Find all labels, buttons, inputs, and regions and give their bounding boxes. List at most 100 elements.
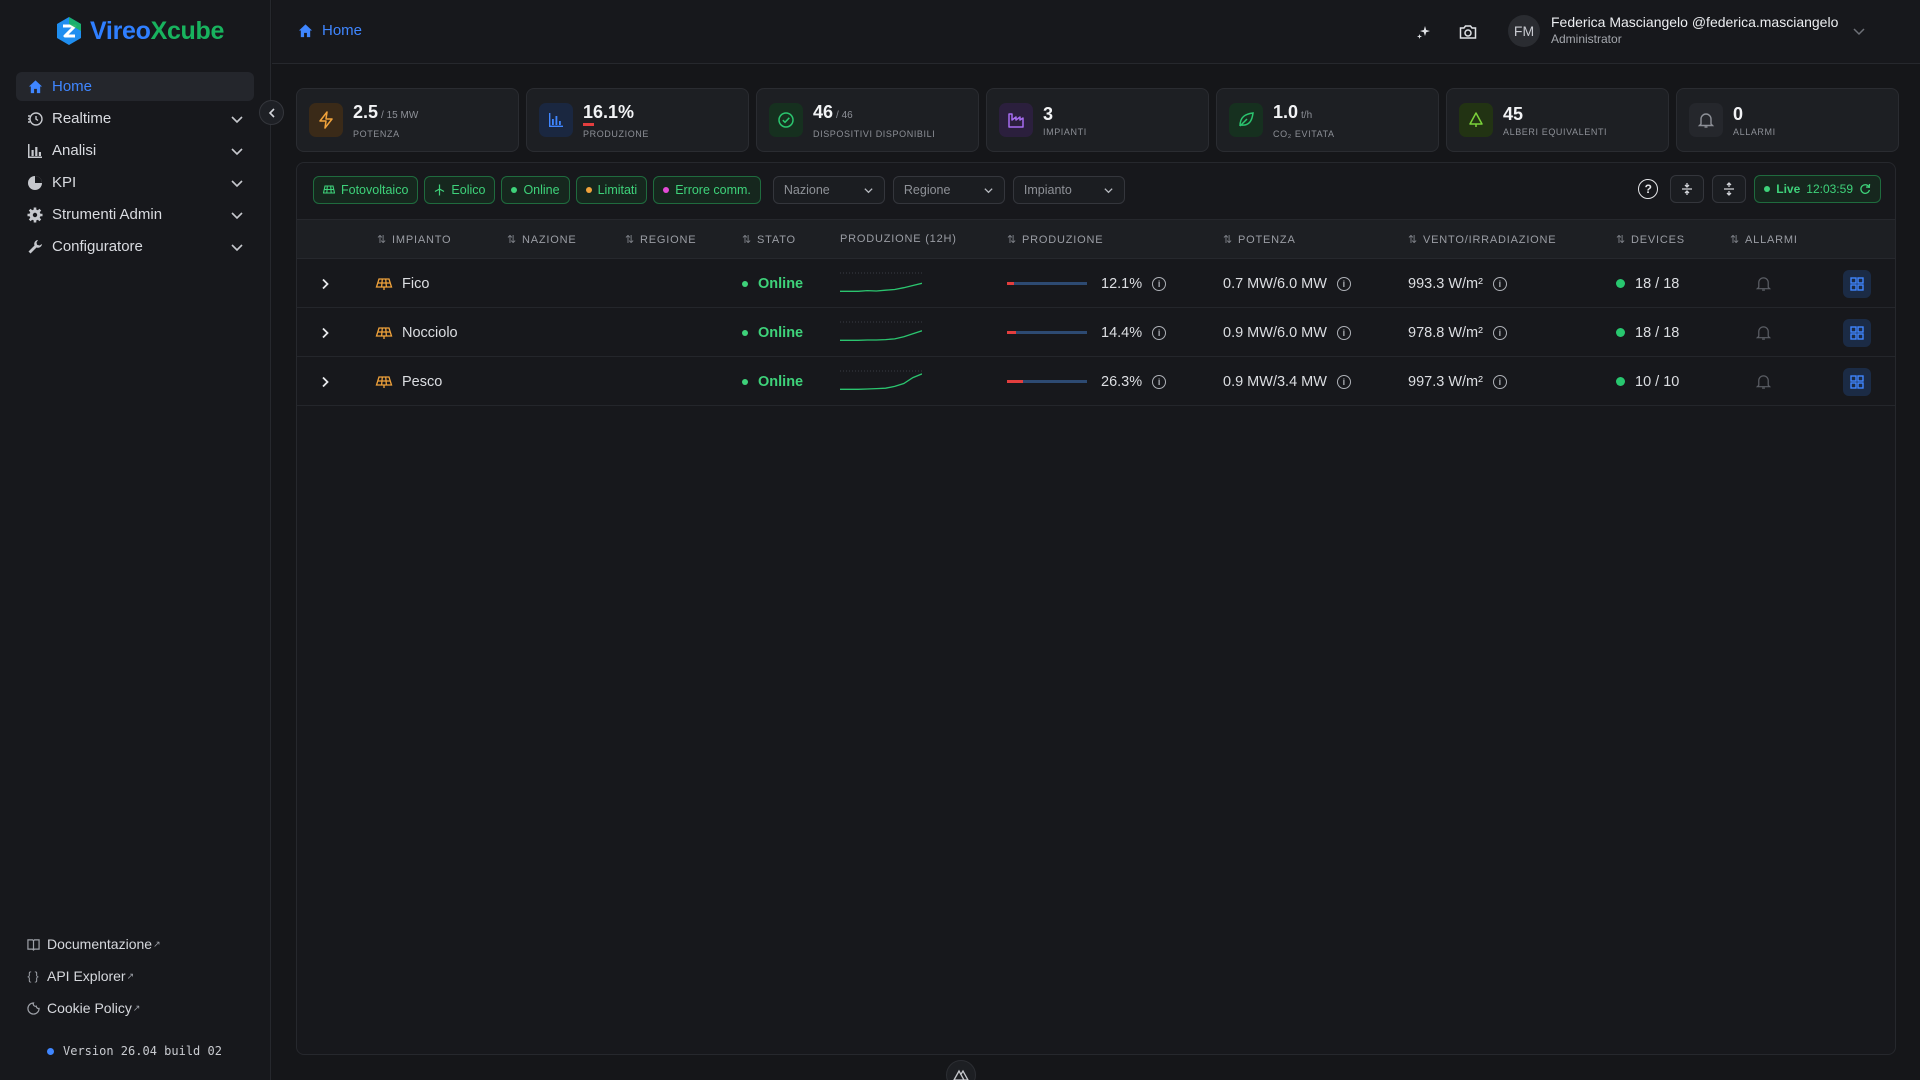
tree-icon: [1459, 103, 1493, 137]
col-devices[interactable]: ⇅ Devices: [1616, 233, 1685, 247]
wind-turbine-icon: [435, 184, 445, 196]
stats-row: 2.5/ 15 MW Potenza 16.1% Produzione 46/ 46…: [296, 88, 1899, 152]
col-nazione[interactable]: ⇅ Nazione: [507, 233, 577, 247]
filter-chip-fotovoltaico[interactable]: Fotovoltaico: [313, 176, 419, 204]
stat-co2: 1.0 t/h CO₂ evitata: [1216, 88, 1439, 152]
cell-actions: [1843, 357, 1871, 406]
cell-devices: 10 / 10: [1616, 357, 1679, 406]
stat-impianti: 3 Impianti: [986, 88, 1209, 152]
breadcrumb[interactable]: Home: [298, 22, 362, 39]
link-documentazione[interactable]: Documentazione ↗: [26, 928, 161, 960]
stat-value: 2.5: [353, 101, 379, 122]
link-api-explorer[interactable]: { } API Explorer ↗: [26, 960, 161, 992]
sidebar-item-label: Home: [52, 78, 93, 95]
footer-logo-button[interactable]: [946, 1060, 976, 1080]
brand-logo[interactable]: VireoXcube: [56, 16, 224, 46]
info-icon[interactable]: i: [1336, 374, 1351, 389]
screenshot-button[interactable]: [1456, 20, 1480, 44]
col-produzione-12h: Produzione (12h): [840, 233, 957, 245]
open-dashboard-button[interactable]: [1843, 367, 1871, 396]
info-icon[interactable]: i: [1492, 276, 1507, 291]
version-status-dot: [47, 1047, 54, 1055]
chevron-down-icon: [231, 243, 243, 251]
user-menu[interactable]: FM Federica Masciangelo @federica.mascia…: [1508, 14, 1866, 47]
filter-chip-eolico[interactable]: Eolico: [424, 176, 496, 204]
filter-chip-online[interactable]: Online: [501, 176, 570, 204]
sidebar-item-strumenti-admin[interactable]: Strumenti Admin: [16, 200, 254, 229]
impianto-select[interactable]: Impianto: [1012, 176, 1125, 204]
cookie-icon: [26, 1001, 40, 1015]
cell-impianto[interactable]: Fico: [375, 259, 429, 308]
col-stato[interactable]: ⇅ Stato: [742, 233, 796, 247]
pie-chart-icon: [26, 174, 44, 192]
link-cookie-policy[interactable]: Cookie Policy ↗: [26, 992, 161, 1024]
cell-allarmi[interactable]: [1755, 357, 1772, 406]
info-icon[interactable]: i: [1152, 374, 1167, 389]
sidebar-item-label: KPI: [52, 174, 77, 191]
breadcrumb-home: Home: [322, 22, 363, 39]
cell-vento: 978.8 W/m² i: [1408, 308, 1507, 357]
stat-alberi: 45 Alberi equivalenti: [1446, 88, 1669, 152]
regione-select[interactable]: Regione: [892, 176, 1005, 204]
nazione-select[interactable]: Nazione: [772, 176, 885, 204]
irradiance-value: 978.8 W/m²: [1408, 324, 1483, 341]
solar-panel-icon: [375, 326, 393, 339]
filter-chip-limitati[interactable]: Limitati: [575, 176, 648, 204]
sidebar-item-kpi[interactable]: KPI: [16, 168, 254, 197]
sidebar-item-home[interactable]: Home: [16, 72, 254, 101]
external-link-icon: ↗: [126, 970, 135, 981]
cell-allarmi[interactable]: [1755, 259, 1772, 308]
sidebar-item-analisi[interactable]: Analisi: [16, 136, 254, 165]
solar-panel-icon: [375, 277, 393, 290]
production-value: 12.1%: [1101, 275, 1143, 292]
sparkle-icon: [1417, 26, 1430, 39]
info-icon[interactable]: i: [1492, 374, 1507, 389]
sidebar-collapse-button[interactable]: [259, 100, 284, 125]
col-vento-irradiazione[interactable]: ⇅ Vento/Irradiazione: [1408, 233, 1556, 247]
help-icon[interactable]: ?: [1638, 179, 1659, 199]
ai-sparkle-button[interactable]: [1412, 20, 1436, 44]
cell-produzione: 14.4% i: [1007, 308, 1167, 357]
info-icon[interactable]: i: [1152, 325, 1167, 340]
clock-icon: [26, 110, 44, 128]
open-dashboard-button[interactable]: [1843, 269, 1871, 298]
expand-all-button[interactable]: [1670, 175, 1705, 203]
info-icon[interactable]: i: [1336, 276, 1351, 291]
info-icon[interactable]: i: [1336, 325, 1351, 340]
plant-name: Pesco: [402, 373, 443, 390]
select-placeholder: Impianto: [1023, 183, 1072, 197]
collapse-icon: [1724, 182, 1735, 196]
filter-chip-errore-comm[interactable]: Errore comm.: [653, 176, 761, 204]
sidebar-item-realtime[interactable]: Realtime: [16, 104, 254, 133]
table-row[interactable]: Nocciolo Online 14.4% i 0.9 MW/6.0 MW i 97…: [297, 308, 1895, 357]
sidebar-item-configuratore[interactable]: Configuratore: [16, 232, 254, 261]
info-icon[interactable]: i: [1152, 276, 1167, 291]
devices-value: 10 / 10: [1635, 373, 1680, 390]
cell-allarmi[interactable]: [1755, 308, 1772, 357]
cell-devices: 18 / 18: [1616, 259, 1679, 308]
col-regione[interactable]: ⇅ Regione: [625, 233, 696, 247]
production-sparkline: [840, 321, 922, 341]
table-row[interactable]: Fico Online 12.1% i 0.7 MW/6.0 MW i 993.3 …: [297, 259, 1895, 308]
col-impianto[interactable]: ⇅ Impianto: [377, 233, 451, 247]
col-allarmi[interactable]: ⇅ Allarmi: [1730, 233, 1798, 247]
row-expand-button[interactable]: [319, 259, 331, 308]
stat-unit: t/h: [1301, 109, 1313, 121]
collapse-all-button[interactable]: [1712, 175, 1747, 203]
chevron-down-icon: [231, 211, 243, 219]
status-dot: [511, 187, 518, 193]
status-text: Online: [758, 275, 804, 292]
info-icon[interactable]: i: [1492, 325, 1507, 340]
col-potenza[interactable]: ⇅ Potenza: [1223, 233, 1296, 247]
row-expand-button[interactable]: [319, 357, 331, 406]
cell-impianto[interactable]: Pesco: [375, 357, 442, 406]
sort-icon: ⇅: [742, 234, 753, 246]
row-expand-button[interactable]: [319, 308, 331, 357]
user-name: Federica Masciangelo @federica.masciange…: [1551, 14, 1839, 30]
stat-label: Alberi equivalenti: [1503, 126, 1608, 137]
col-produzione[interactable]: ⇅ Produzione: [1007, 233, 1103, 247]
table-row[interactable]: Pesco Online 26.3% i 0.9 MW/3.4 MW i 997.3…: [297, 357, 1895, 406]
open-dashboard-button[interactable]: [1843, 318, 1871, 347]
cell-impianto[interactable]: Nocciolo: [375, 308, 458, 357]
live-indicator[interactable]: Live 12:03:59: [1754, 175, 1881, 203]
